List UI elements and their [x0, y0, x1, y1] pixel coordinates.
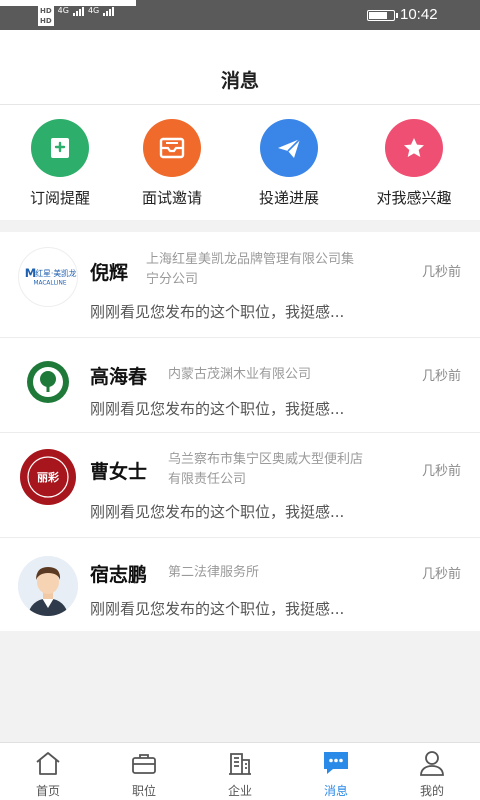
- sender-name: 曹女士: [90, 461, 148, 483]
- quick-action-progress[interactable]: 投递进展: [229, 119, 349, 208]
- tab-label: 企业: [227, 784, 252, 798]
- list-item[interactable]: 高海春 内蒙古茂渊木业有限公司 几秒前 刚刚看见您发布的这个职位，我挺感...: [0, 338, 480, 433]
- quick-action-interested[interactable]: 对我感兴趣: [354, 119, 474, 208]
- message-list: M 红星·美凯龙 MACALLINE 倪辉 上海红星美凯龙品牌管理有限公司集 宁…: [0, 232, 480, 631]
- status-bar: HD 4G 4G HD 10:42: [0, 0, 480, 30]
- company-name: 乌兰察布市集宁区奥威大型便利店 有限责任公司: [168, 452, 364, 487]
- list-item[interactable]: M 红星·美凯龙 MACALLINE 倪辉 上海红星美凯龙品牌管理有限公司集 宁…: [0, 232, 480, 338]
- page-title: 消息: [220, 70, 259, 92]
- avatar: [18, 352, 78, 412]
- clock: 10:42: [400, 6, 438, 23]
- quick-action-interview[interactable]: 面试邀请: [112, 119, 232, 208]
- message-preview: 刚刚看见您发布的这个职位，我挺感...: [90, 400, 345, 418]
- tab-label: 消息: [323, 784, 348, 798]
- signal-indicators: HD 4G 4G HD: [38, 4, 115, 26]
- message-preview: 刚刚看见您发布的这个职位，我挺感...: [90, 600, 345, 618]
- svg-text:丽彩: 丽彩: [37, 470, 59, 484]
- message-preview: 刚刚看见您发布的这个职位，我挺感...: [90, 503, 345, 521]
- quick-action-label: 投递进展: [258, 189, 319, 207]
- paper-plane-icon: [260, 119, 318, 177]
- timestamp: 几秒前: [421, 567, 461, 582]
- tab-label: 我的: [419, 784, 444, 798]
- quick-action-label: 订阅提醒: [29, 189, 90, 207]
- list-item[interactable]: 宿志鹏 第二法律服务所 几秒前 刚刚看见您发布的这个职位，我挺感...: [0, 538, 480, 631]
- header: 消息: [0, 30, 480, 105]
- tab-company[interactable]: 企业: [192, 748, 288, 799]
- home-icon: [0, 748, 96, 778]
- avatar: 丽彩: [18, 447, 78, 507]
- quick-action-subscribe[interactable]: 订阅提醒: [0, 119, 120, 208]
- timestamp: 几秒前: [421, 369, 461, 384]
- star-icon: [385, 119, 443, 177]
- company-name: 第二法律服务所: [168, 565, 260, 580]
- sender-name: 高海春: [90, 366, 148, 388]
- tab-profile[interactable]: 我的: [384, 748, 480, 799]
- tab-label: 职位: [131, 784, 156, 798]
- svg-text:红星·美凯龙: 红星·美凯龙: [35, 268, 76, 278]
- signal-icon: [103, 6, 115, 16]
- sender-name: 倪辉: [90, 262, 129, 284]
- tab-home[interactable]: 首页: [0, 748, 96, 799]
- network-label-2: 4G: [87, 6, 100, 15]
- avatar: [18, 556, 78, 616]
- bookmark-plus-icon: [31, 119, 89, 177]
- signal-icon: [72, 6, 84, 16]
- quick-actions: 订阅提醒 面试邀请 投递进展 对我感兴趣: [0, 105, 480, 220]
- network-label-1: 4G: [57, 6, 69, 15]
- tab-label: 首页: [35, 784, 60, 798]
- message-preview: 刚刚看见您发布的这个职位，我挺感...: [90, 303, 345, 321]
- tab-messages[interactable]: 消息: [288, 748, 384, 799]
- avatar: M 红星·美凯龙 MACALLINE: [18, 247, 78, 307]
- list-item[interactable]: 丽彩 曹女士 乌兰察布市集宁区奥威大型便利店 有限责任公司 几秒前 刚刚看见您发…: [0, 433, 480, 538]
- quick-action-label: 面试邀请: [141, 189, 202, 207]
- timestamp: 几秒前: [421, 265, 461, 280]
- battery-icon: [367, 10, 398, 21]
- sender-name: 宿志鹏: [90, 564, 148, 586]
- chat-bubble-icon: [288, 748, 384, 778]
- company-name: 上海红星美凯龙品牌管理有限公司集 宁分公司: [146, 252, 355, 287]
- person-icon: [384, 748, 480, 778]
- briefcase-icon: [96, 748, 192, 778]
- timestamp: 几秒前: [421, 464, 461, 479]
- svg-text:MACALLINE: MACALLINE: [34, 281, 67, 287]
- tab-bar: 首页 职位 企业 消息 我的: [0, 742, 480, 800]
- company-name: 内蒙古茂渊木业有限公司: [168, 367, 312, 382]
- mail-tray-icon: [143, 119, 201, 177]
- building-icon: [192, 748, 288, 778]
- quick-action-label: 对我感兴趣: [376, 189, 452, 207]
- tab-jobs[interactable]: 职位: [96, 748, 192, 799]
